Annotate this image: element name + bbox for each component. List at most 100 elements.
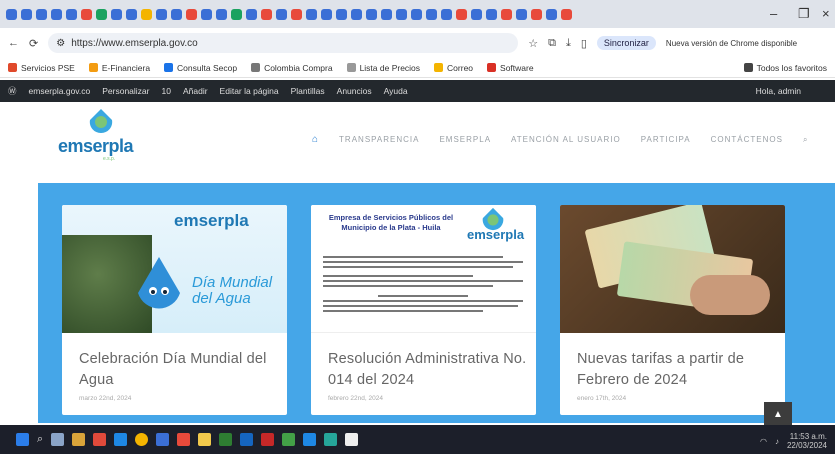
bookmark-item[interactable]: Servicios PSE	[8, 63, 75, 73]
nav-item-contactenos[interactable]: CONTÁCTENOS	[711, 135, 783, 144]
admin-bar-item[interactable]: Ayuda	[384, 86, 408, 96]
tab-icon[interactable]	[486, 8, 497, 20]
card-title[interactable]: Nuevas tarifas a partir de Febrero de 20…	[577, 349, 777, 391]
tab-icon[interactable]	[501, 8, 512, 20]
app-icon[interactable]	[324, 433, 338, 446]
tab-icon[interactable]	[66, 8, 77, 20]
tab-icon[interactable]	[546, 8, 557, 20]
tab-icon[interactable]	[561, 8, 572, 20]
admin-bar-item[interactable]: Personalizar	[102, 86, 149, 96]
admin-user[interactable]: Hola, admin	[756, 86, 801, 96]
bookmark-item[interactable]: E-Financiera	[88, 63, 150, 73]
tab-icon[interactable]	[456, 8, 467, 20]
news-card[interactable]: Empresa de Servicios Públicos del Munici…	[311, 205, 536, 415]
app-icon[interactable]	[114, 433, 128, 446]
app-icon[interactable]	[156, 433, 170, 446]
admin-bar-item[interactable]: 10	[162, 86, 171, 96]
site-logo[interactable]: emserpla	[58, 136, 134, 157]
restore-icon[interactable]: ❐	[798, 6, 810, 22]
card-image[interactable]: emserpla Día Mundial del Agua	[62, 205, 287, 333]
app-icon[interactable]	[177, 433, 191, 446]
bookmark-item[interactable]: Consulta Secop	[164, 63, 237, 73]
tab-icon[interactable]	[216, 8, 227, 20]
tab-icon[interactable]	[126, 8, 137, 20]
app-icon[interactable]	[72, 433, 86, 446]
card-title[interactable]: Celebración Día Mundial del Agua	[79, 349, 279, 391]
tab-icon[interactable]	[261, 8, 272, 20]
nav-item-emserpla[interactable]: EMSERPLA	[439, 135, 491, 144]
close-icon[interactable]: ×	[822, 6, 830, 21]
app-icon[interactable]	[303, 433, 317, 446]
tab-icon[interactable]	[6, 8, 17, 20]
app-icon[interactable]	[261, 433, 275, 446]
admin-bar-item[interactable]: emserpla.gov.co	[29, 86, 91, 96]
admin-bar-item[interactable]: Añadir	[183, 86, 208, 96]
admin-bar-item[interactable]: Editar la página	[220, 86, 279, 96]
tab-icon[interactable]	[381, 8, 392, 20]
tab-icon[interactable]	[441, 8, 452, 20]
tab-icon[interactable]	[336, 8, 347, 20]
tab-icon[interactable]	[246, 8, 257, 20]
sidepanel-icon[interactable]: ▯	[581, 37, 587, 50]
tab-icon[interactable]	[291, 8, 302, 20]
volume-icon[interactable]: ♪	[775, 437, 779, 446]
extensions-icon[interactable]: ⧉	[548, 37, 556, 50]
news-card[interactable]: emserpla Día Mundial del Agua Celebració…	[62, 205, 287, 415]
admin-bar-item[interactable]: Plantillas	[291, 86, 325, 96]
tab-icon[interactable]	[396, 8, 407, 20]
app-icon[interactable]	[93, 433, 107, 446]
download-icon[interactable]: ⤓	[566, 37, 571, 50]
app-icon[interactable]	[282, 433, 296, 446]
tab-icon[interactable]	[81, 8, 92, 20]
tab-icon[interactable]	[171, 8, 182, 20]
tab-icon[interactable]	[531, 8, 542, 20]
tab-icon[interactable]	[321, 8, 332, 20]
clock[interactable]: 11:53 a.m. 22/03/2024	[787, 432, 827, 450]
start-icon[interactable]	[16, 433, 29, 446]
tab-icon[interactable]	[351, 8, 362, 20]
back-icon[interactable]: ←	[8, 37, 19, 49]
nav-item-transparencia[interactable]: TRANSPARENCIA	[339, 135, 419, 144]
nav-item-atencion[interactable]: ATENCIÓN AL USUARIO	[511, 135, 621, 144]
admin-bar-item[interactable]: Anuncios	[337, 86, 372, 96]
scroll-to-top-button[interactable]: ▲	[764, 402, 792, 426]
sync-button[interactable]: Sincronizar	[596, 36, 656, 50]
tab-icon[interactable]	[36, 8, 47, 20]
tab-icon[interactable]	[471, 8, 482, 20]
bookmark-item[interactable]: Correo	[434, 63, 473, 73]
address-bar[interactable]: ⚙ https://www.emserpla.gov.co	[48, 33, 519, 53]
site-info-icon[interactable]: ⚙	[56, 38, 65, 49]
home-icon[interactable]: ⌂	[312, 134, 319, 145]
app-icon[interactable]	[345, 433, 359, 446]
app-icon[interactable]	[219, 433, 233, 446]
reload-icon[interactable]: ⟳	[29, 37, 38, 50]
wordpress-icon[interactable]: Ⓦ	[8, 85, 17, 97]
app-icon[interactable]	[240, 433, 254, 446]
search-icon[interactable]: ⌕	[803, 135, 808, 145]
tab-icon[interactable]	[231, 8, 242, 20]
bookmark-item[interactable]: Todos los favoritos	[743, 63, 827, 73]
tab-icon[interactable]	[306, 8, 317, 20]
wifi-icon[interactable]: ◠	[760, 437, 767, 446]
card-image[interactable]: Empresa de Servicios Públicos del Munici…	[311, 205, 536, 333]
minimize-icon[interactable]: –	[770, 6, 777, 21]
search-icon[interactable]: ⌕	[37, 433, 43, 446]
tab-icon[interactable]	[21, 8, 32, 20]
update-notice[interactable]: Nueva versión de Chrome disponible	[666, 39, 797, 48]
tab-icon[interactable]	[111, 8, 122, 20]
taskview-icon[interactable]	[51, 433, 65, 446]
tab-icon[interactable]	[366, 8, 377, 20]
tab-icon[interactable]	[96, 8, 107, 20]
tab-icon[interactable]	[141, 8, 152, 20]
bookmark-item[interactable]: Lista de Precios	[346, 63, 420, 73]
tab-icon[interactable]	[276, 8, 287, 20]
bookmark-item[interactable]: Software	[487, 63, 534, 73]
tab-icon[interactable]	[201, 8, 212, 20]
tab-icon[interactable]	[426, 8, 437, 20]
folder-icon[interactable]	[198, 433, 212, 446]
tab-icon[interactable]	[516, 8, 527, 20]
nav-item-participa[interactable]: PARTICIPA	[641, 135, 691, 144]
card-image[interactable]	[560, 205, 785, 333]
chrome-icon[interactable]	[135, 433, 149, 446]
tab-icon[interactable]	[156, 8, 167, 20]
